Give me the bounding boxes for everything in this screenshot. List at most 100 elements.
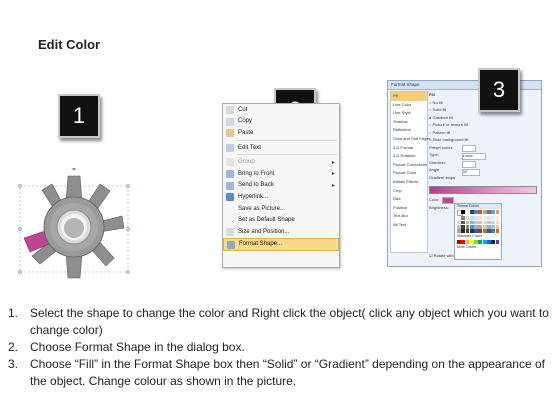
instruction-number: 3. — [8, 357, 19, 371]
category-picture-corrections[interactable]: Picture Corrections — [391, 161, 427, 170]
color-label: Color — [429, 197, 439, 202]
option-label: Pattern fill — [432, 129, 451, 135]
instruction-text: Choose “Fill” in the Format Shape box th… — [30, 357, 545, 388]
menu-item-label: Hyperlink... — [238, 193, 269, 200]
gradient-stops-bar[interactable] — [429, 186, 537, 194]
instruction-item: 1. Select the shape to change the color … — [8, 305, 553, 339]
option-label: No fill — [432, 99, 443, 105]
format-shape-icon — [227, 240, 235, 249]
instruction-item: 3. Choose “Fill” in the Format Shape box… — [8, 356, 553, 390]
menu-item-bring-to-front[interactable]: Bring to Front ▸ — [223, 168, 339, 180]
page-title: Edit Color — [38, 37, 101, 52]
category-artistic-effects[interactable]: Artistic Effects — [391, 178, 427, 187]
instructions-list: 1. Select the shape to change the color … — [8, 305, 553, 390]
category-line-color[interactable]: Line Color — [391, 101, 427, 110]
menu-item-label: Format Shape... — [239, 241, 283, 248]
theme-color-grid[interactable] — [455, 209, 501, 234]
menu-item-label: Bring to Front — [238, 170, 275, 177]
option-label: Picture or texture fill — [432, 122, 468, 127]
edit-text-icon — [226, 143, 234, 152]
menu-separator — [237, 139, 337, 141]
step-number: 1 — [72, 103, 86, 128]
menu-item-set-default-shape[interactable]: Set as Default Shape — [223, 214, 339, 226]
instruction-item: 2. Choose Format Shape in the dialog box… — [8, 339, 553, 356]
menu-item-group: Group ▸ — [223, 156, 339, 168]
brightness-label: Brightness: — [429, 205, 450, 210]
copy-icon — [226, 117, 234, 126]
instruction-text: Choose Format Shape in the dialog box. — [30, 340, 245, 354]
menu-item-label: Send to Back — [238, 182, 274, 189]
category-3d-format[interactable]: 3-D Format — [391, 144, 427, 153]
category-crop[interactable]: Crop — [391, 187, 427, 196]
angle-input[interactable]: 90° — [462, 169, 480, 176]
menu-item-label: Size and Position... — [238, 228, 290, 235]
step-number: 3 — [492, 77, 506, 102]
category-3d-rotation[interactable]: 3-D Rotation — [391, 152, 427, 161]
option-label: Solid fill — [432, 107, 447, 112]
menu-item-label: Edit Text — [238, 144, 261, 151]
angle-label: Angle: — [429, 167, 441, 172]
category-shadow[interactable]: Shadow — [391, 118, 427, 127]
step-badge-3: 3 — [478, 68, 520, 112]
category-glow[interactable]: Glow and Soft Edges — [391, 135, 431, 144]
group-icon — [226, 158, 234, 167]
angle-value: 90° — [463, 170, 469, 174]
menu-item-label: Paste — [238, 129, 254, 136]
context-menu: Cut Copy Paste Edit Text Group ▸ Bring t… — [222, 103, 340, 268]
category-size[interactable]: Size — [391, 195, 427, 204]
radio-slide-background-fill[interactable]: ○ Slide background fill — [429, 136, 537, 144]
menu-item-label: Set as Default Shape — [238, 217, 295, 224]
color-palette-popup: Theme Colors Standard Colors More Colors… — [454, 203, 502, 260]
type-value: Linear — [463, 154, 473, 158]
submenu-arrow-icon: ▸ — [331, 182, 335, 189]
instruction-number: 2. — [8, 340, 19, 354]
size-icon — [226, 227, 234, 236]
option-label: Slide background fill — [432, 137, 469, 142]
preset-colors-dropdown[interactable] — [462, 145, 476, 152]
category-position[interactable]: Position — [391, 204, 427, 213]
category-reflection[interactable]: Reflection — [391, 126, 427, 135]
dialog-category-list: Fill Line Color Line Style Shadow Reflec… — [390, 91, 431, 253]
paste-icon — [226, 129, 234, 138]
send-back-icon — [226, 181, 234, 190]
menu-item-edit-text[interactable]: Edit Text — [223, 142, 339, 154]
menu-item-label: Cut — [238, 106, 248, 113]
type-dropdown[interactable]: Linear — [462, 153, 486, 160]
scissors-icon — [226, 106, 234, 114]
category-text-box[interactable]: Text Box — [391, 212, 427, 221]
category-alt-text[interactable]: Alt Text — [391, 221, 427, 230]
category-line-style[interactable]: Line Style — [391, 109, 427, 118]
menu-item-cut[interactable]: Cut — [223, 104, 339, 116]
menu-item-label: Copy — [238, 118, 253, 125]
direction-dropdown[interactable] — [462, 161, 476, 168]
instruction-number: 1. — [8, 306, 19, 320]
radio-gradient-fill[interactable]: ● Gradient fill — [429, 114, 537, 122]
radio-pattern-fill[interactable]: ○ Pattern fill — [429, 129, 537, 137]
menu-item-hyperlink[interactable]: Hyperlink... — [223, 191, 339, 203]
more-colors-link[interactable]: More Colors... — [455, 245, 501, 250]
hyperlink-icon — [226, 193, 234, 202]
menu-item-label: Group — [238, 159, 255, 166]
menu-item-paste[interactable]: Paste — [223, 127, 339, 139]
gear-shape[interactable] — [16, 167, 132, 280]
bring-front-icon — [226, 169, 234, 178]
menu-item-label: Save as Picture... — [238, 205, 286, 212]
step-badge-1: 1 — [58, 94, 100, 138]
radio-picture-fill[interactable]: ○ Picture or texture fill — [429, 121, 537, 129]
menu-item-copy[interactable]: Copy — [223, 116, 339, 128]
menu-item-send-to-back[interactable]: Send to Back ▸ — [223, 180, 339, 192]
preset-colors-label: Preset colors: — [429, 144, 454, 150]
gradient-stops-label: Gradient stops — [429, 174, 456, 180]
submenu-arrow-icon: ▸ — [331, 171, 335, 178]
category-picture-color[interactable]: Picture Color — [391, 169, 427, 178]
option-label: Gradient fill — [432, 114, 453, 120]
category-fill[interactable]: Fill — [391, 92, 427, 101]
menu-item-save-as-picture[interactable]: Save as Picture... — [223, 203, 339, 215]
color-picker-button[interactable] — [442, 197, 454, 204]
instruction-text: Select the shape to change the color and… — [30, 306, 549, 337]
menu-item-format-shape[interactable]: Format Shape... — [223, 237, 339, 252]
submenu-arrow-icon: ▸ — [331, 159, 335, 166]
menu-item-size-position[interactable]: Size and Position... — [223, 226, 339, 238]
menu-separator — [237, 154, 337, 156]
gear-icon — [18, 167, 130, 279]
